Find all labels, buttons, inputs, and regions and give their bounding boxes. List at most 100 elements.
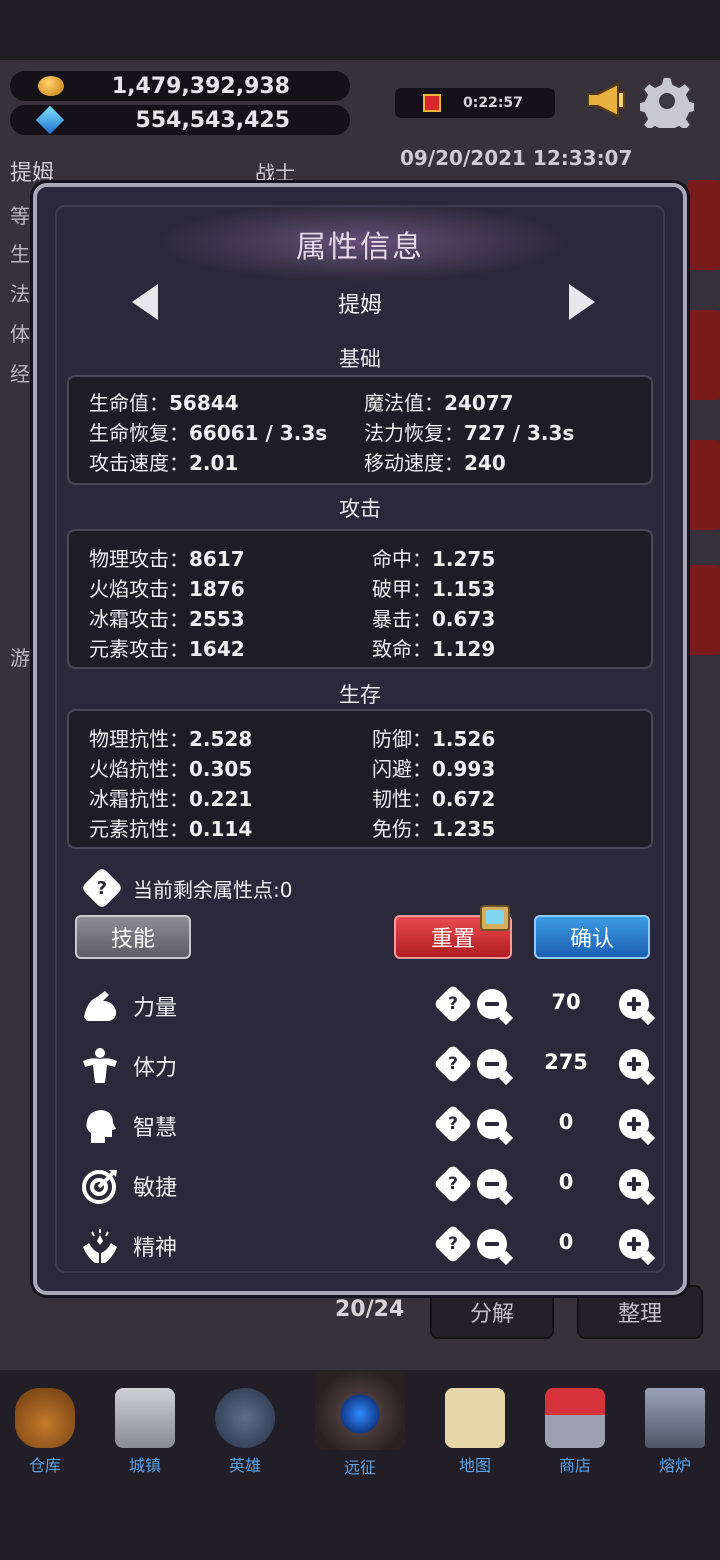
nav-label: 地图 (458, 1456, 491, 1475)
stat-label: 冰霜抗性： (89, 787, 189, 811)
stat-value: 0.672 (432, 787, 496, 811)
attribute-help-icon[interactable]: ? (433, 1224, 473, 1264)
stat-label: 魔法值： (364, 391, 444, 415)
stat-value: 1.129 (432, 637, 496, 661)
stat-value: 2.01 (189, 451, 239, 475)
attribute-value: 0 (558, 1170, 574, 1194)
attack-stats-panel: 物理攻击：8617 命中：1.275 火焰攻击：1876 破甲：1.153 冰霜… (67, 529, 653, 669)
background-side-label: 体 (10, 322, 30, 346)
stat-row: 致命：1.129 (372, 633, 495, 662)
stat-row: 闪避：0.993 (372, 753, 495, 782)
settings-gear-icon[interactable] (640, 74, 694, 128)
increase-button[interactable] (619, 989, 656, 1026)
help-glyph: ? (448, 1054, 458, 1074)
stat-label: 冰霜攻击： (89, 607, 189, 631)
gem-amount: 554,543,425 (135, 107, 290, 133)
nav-label: 熔炉 (658, 1456, 691, 1475)
stat-value: 66061 / 3.3s (189, 421, 328, 445)
gem-counter: 554,543,425 (10, 105, 350, 135)
stat-row: 火焰抗性：0.305 (89, 753, 252, 782)
confirm-button[interactable]: 确认 (534, 915, 650, 959)
decrease-button[interactable] (477, 1169, 514, 1206)
attribute-help-icon[interactable]: ? (433, 1164, 473, 1204)
attribute-label: 力量 (133, 996, 178, 1021)
stat-label: 命中： (372, 547, 432, 571)
attribute-label: 体力 (133, 1056, 178, 1081)
shop-icon (545, 1388, 605, 1448)
nav-item-warehouse[interactable]: 仓库 (0, 1370, 95, 1476)
nav-label: 仓库 (28, 1456, 61, 1475)
stat-row: 魔法值：24077 (364, 387, 514, 416)
basic-stats-panel: 生命值：56844 魔法值：24077 生命恢复：66061 / 3.3s 法力… (67, 375, 653, 485)
help-icon[interactable]: ? (80, 866, 124, 910)
helmet-icon (215, 1388, 275, 1448)
increase-button[interactable] (619, 1229, 656, 1266)
decrease-button[interactable] (477, 1109, 514, 1146)
nav-item-town[interactable]: 城镇 (95, 1370, 195, 1476)
stat-row: 免伤：1.235 (372, 813, 495, 842)
stat-value: 0.221 (189, 787, 253, 811)
attribute-value: 0 (558, 1110, 574, 1134)
stat-label: 致命： (372, 637, 432, 661)
stat-value: 24077 (444, 391, 514, 415)
survival-stats-panel: 物理抗性：2.528 防御：1.526 火焰抗性：0.305 闪避：0.993 … (67, 709, 653, 849)
skill-button[interactable]: 技能 (75, 915, 191, 959)
attribute-row-strength: 力量 ? 70 (81, 980, 656, 1030)
remaining-points-text: 当前剩余属性点:0 (133, 877, 293, 902)
video-ad-tv-icon (480, 905, 510, 931)
dialog-title: 属性信息 (296, 230, 424, 265)
nav-item-forge[interactable]: 熔炉 (625, 1370, 720, 1476)
attribute-help-icon[interactable]: ? (433, 1104, 473, 1144)
agility-icon (82, 1169, 117, 1204)
background-hero-class: 战士 (255, 161, 295, 185)
stat-label: 闪避： (372, 757, 432, 781)
gift-timer[interactable]: 0:22:57 (395, 88, 555, 118)
attribute-help-icon[interactable]: ? (433, 1044, 473, 1084)
nav-item-expedition[interactable]: 远征 (310, 1370, 410, 1478)
spirit-icon (83, 1229, 117, 1263)
background-equipment-card (688, 310, 720, 400)
stat-row: 韧性：0.672 (372, 783, 495, 812)
gem-icon (35, 105, 65, 135)
remaining-points: ? 当前剩余属性点:0 (80, 866, 293, 910)
attribute-help-icon[interactable]: ? (433, 984, 473, 1024)
nav-item-shop[interactable]: 商店 (525, 1370, 625, 1476)
stat-label: 攻击速度： (89, 451, 189, 475)
decrease-button[interactable] (477, 989, 514, 1026)
stat-label: 元素抗性： (89, 817, 189, 841)
stat-row: 物理抗性：2.528 (89, 723, 252, 752)
attribute-row-spirit: 精神 ? 0 (81, 1220, 656, 1270)
next-hero-arrow-icon[interactable] (569, 284, 595, 320)
stat-value: 0.114 (189, 817, 253, 841)
decrease-button[interactable] (477, 1049, 514, 1086)
background-side-label: 生 (10, 242, 30, 266)
megaphone-icon[interactable] (584, 80, 628, 120)
section-title-survival: 生存 (339, 683, 381, 707)
stat-value: 240 (464, 451, 506, 475)
help-glyph: ? (448, 994, 458, 1014)
nav-item-hero[interactable]: 英雄 (195, 1370, 295, 1476)
increase-button[interactable] (619, 1169, 656, 1206)
nav-item-map[interactable]: 地图 (425, 1370, 525, 1476)
help-glyph: ? (448, 1234, 458, 1254)
background-side-label: 经 (10, 362, 30, 386)
stat-value: 0.673 (432, 607, 496, 631)
increase-button[interactable] (619, 1049, 656, 1086)
increase-button[interactable] (619, 1109, 656, 1146)
stat-label: 生命值： (89, 391, 169, 415)
stat-value: 2553 (189, 607, 245, 631)
background-equipment-card (688, 180, 720, 270)
nav-label: 远征 (343, 1458, 376, 1477)
help-glyph: ? (448, 1114, 458, 1134)
background-side-label: 等 (10, 204, 30, 228)
stat-value: 8617 (189, 547, 245, 571)
stat-row: 法力恢复：727 / 3.3s (364, 417, 574, 446)
wisdom-icon (86, 1110, 116, 1143)
decrease-button[interactable] (477, 1229, 514, 1266)
stat-label: 物理攻击： (89, 547, 189, 571)
stat-row: 暴击：0.673 (372, 603, 495, 632)
help-glyph: ? (448, 1174, 458, 1194)
stat-label: 破甲： (372, 577, 432, 601)
stat-label: 物理抗性： (89, 727, 189, 751)
section-title-basic: 基础 (339, 347, 381, 371)
